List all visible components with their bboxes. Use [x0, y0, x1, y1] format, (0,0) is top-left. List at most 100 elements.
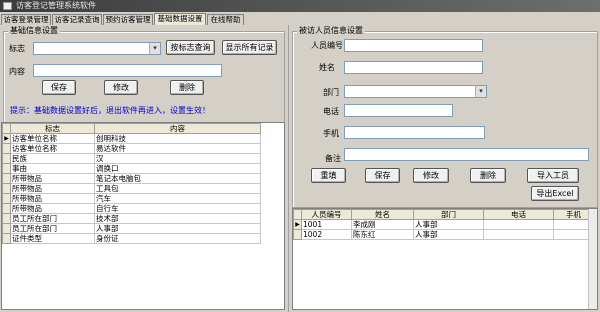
chevron-down-icon[interactable]: ▾ — [149, 43, 160, 54]
cell-content[interactable]: 人事部 — [94, 223, 261, 234]
cell-content[interactable]: 笔记本电脑包 — [94, 173, 261, 184]
query-by-sign-button[interactable]: 按标志查询 — [166, 40, 215, 55]
row-indicator — [2, 143, 11, 154]
cell-department[interactable]: 人事部 — [413, 219, 484, 230]
cell-content[interactable]: 汉 — [94, 153, 261, 164]
cell-content[interactable]: 创明科技 — [94, 133, 261, 144]
tab-basic-data[interactable]: 基础数据设置 — [154, 13, 206, 25]
export-excel-button[interactable]: 导出Excel — [531, 186, 579, 201]
import-staff-button[interactable]: 导入工员 — [527, 168, 579, 183]
column-header-name[interactable]: 姓名 — [351, 209, 414, 220]
table-row[interactable]: 所带物品 工具包 — [2, 183, 261, 194]
basic-delete-button[interactable]: 删除 — [170, 80, 204, 95]
row-indicator — [2, 193, 11, 204]
row-indicator — [293, 229, 302, 240]
content-label: 内容 — [9, 67, 25, 76]
cell-sign[interactable]: 员工所在部门 — [10, 223, 95, 234]
table-row[interactable]: 所带物品 汽车 — [2, 193, 261, 204]
basic-data-grid[interactable]: 标志 内容 ▶ 访客单位名称 创明科技 访客单位名称 易达软件 民族汉 事由 调换口 所… — [1, 122, 285, 310]
table-row[interactable]: 1002 陈东红 人事部 — [293, 229, 594, 240]
cell-sign[interactable]: 证件类型 — [10, 233, 95, 244]
person-id-input[interactable] — [344, 39, 483, 52]
table-row[interactable]: 所带物品 笔记本电脑包 — [2, 173, 261, 184]
row-indicator — [2, 203, 11, 214]
phone-input[interactable] — [344, 104, 453, 117]
tab-appointments[interactable]: 预约访客管理 — [103, 14, 153, 25]
table-row[interactable]: ▶ 访客单位名称 创明科技 — [2, 133, 261, 144]
table-row[interactable]: 民族汉 — [2, 153, 261, 164]
department-label: 部门 — [323, 88, 339, 97]
row-indicator — [2, 213, 11, 224]
row-pointer-icon: ▶ — [2, 133, 11, 144]
cell-phone[interactable] — [483, 219, 554, 230]
reset-button[interactable]: 重填 — [311, 168, 346, 183]
window-title: 访客登记管理系统软件 — [16, 1, 96, 10]
row-indicator-header — [293, 209, 302, 220]
table-row[interactable]: 事由 调换口 — [2, 163, 261, 174]
row-indicator — [2, 173, 11, 184]
row-indicator — [2, 153, 11, 164]
row-pointer-icon: ▶ — [293, 219, 302, 230]
visitee-table: 人员编号 姓名 部门 电话 手机 ▶ 1001 李成刚 人事部 1002 陈东红… — [293, 209, 594, 240]
visitee-grid-scrollbar[interactable] — [588, 209, 597, 309]
name-label: 姓名 — [319, 63, 335, 72]
cell-content[interactable]: 技术部 — [94, 213, 261, 224]
sign-select[interactable]: ▾ — [33, 42, 161, 55]
mobile-input[interactable] — [344, 126, 485, 139]
cell-content[interactable]: 汽车 — [94, 193, 261, 204]
table-row[interactable]: 访客单位名称 易达软件 — [2, 143, 261, 154]
cell-sign[interactable]: 事由 — [10, 163, 95, 174]
table-row[interactable]: 证件类型 身份证 — [2, 233, 261, 244]
show-all-records-button[interactable]: 显示所有记录 — [222, 40, 277, 55]
table-row[interactable]: 员工所在部门 人事部 — [2, 223, 261, 234]
cell-sign[interactable]: 民族 — [10, 153, 95, 164]
cell-sign[interactable]: 访客单位名称 — [10, 143, 95, 154]
name-input[interactable] — [344, 61, 483, 74]
cell-sign[interactable]: 所带物品 — [10, 193, 95, 204]
column-header-sign[interactable]: 标志 — [10, 123, 95, 134]
tab-online-help[interactable]: 在线帮助 — [207, 14, 244, 25]
cell-content[interactable]: 易达软件 — [94, 143, 261, 154]
column-header-person-id[interactable]: 人员编号 — [301, 209, 352, 220]
cell-content[interactable]: 工具包 — [94, 183, 261, 194]
row-indicator-header — [2, 123, 11, 134]
visitee-delete-button[interactable]: 删除 — [470, 168, 506, 183]
table-header-row: 标志 内容 — [2, 123, 261, 134]
column-header-department[interactable]: 部门 — [413, 209, 484, 220]
cell-phone[interactable] — [483, 229, 554, 240]
chevron-down-icon[interactable]: ▾ — [475, 86, 486, 97]
tab-visitor-login[interactable]: 访客登录管理 — [1, 14, 51, 25]
department-select[interactable]: ▾ — [344, 85, 487, 98]
table-row[interactable]: 所带物品 自行车 — [2, 203, 261, 214]
cell-sign[interactable]: 员工所在部门 — [10, 213, 95, 224]
cell-department[interactable]: 人事部 — [413, 229, 484, 240]
tab-bar: 访客登录管理 访客记录查询 预约访客管理 基础数据设置 在线帮助 — [0, 12, 600, 25]
tab-visitor-records[interactable]: 访客记录查询 — [52, 14, 102, 25]
cell-content[interactable]: 自行车 — [94, 203, 261, 214]
table-header-row: 人员编号 姓名 部门 电话 手机 — [293, 209, 594, 220]
cell-content[interactable]: 身份证 — [94, 233, 261, 244]
cell-sign[interactable]: 所带物品 — [10, 183, 95, 194]
note-label: 备注 — [325, 154, 341, 163]
cell-content[interactable]: 调换口 — [94, 163, 261, 174]
column-header-phone[interactable]: 电话 — [483, 209, 554, 220]
basic-save-button[interactable]: 保存 — [42, 80, 76, 95]
table-row[interactable]: 员工所在部门 技术部 — [2, 213, 261, 224]
cell-sign[interactable]: 所带物品 — [10, 173, 95, 184]
column-header-content[interactable]: 内容 — [94, 123, 261, 134]
cell-person-id[interactable]: 1001 — [301, 219, 352, 230]
cell-sign[interactable]: 所带物品 — [10, 203, 95, 214]
sign-label: 标志 — [9, 44, 25, 53]
basic-modify-button[interactable]: 修改 — [104, 80, 138, 95]
content-input[interactable] — [33, 64, 222, 77]
table-row[interactable]: ▶ 1001 李成刚 人事部 — [293, 219, 594, 230]
cell-name[interactable]: 陈东红 — [351, 229, 414, 240]
note-input[interactable] — [344, 148, 589, 161]
visitee-save-button[interactable]: 保存 — [365, 168, 400, 183]
visitee-grid[interactable]: 人员编号 姓名 部门 电话 手机 ▶ 1001 李成刚 人事部 1002 陈东红… — [292, 208, 598, 310]
cell-person-id[interactable]: 1002 — [301, 229, 352, 240]
visitee-modify-button[interactable]: 修改 — [413, 168, 449, 183]
person-id-label: 人员编号 — [311, 41, 343, 50]
cell-name[interactable]: 李成刚 — [351, 219, 414, 230]
cell-sign[interactable]: 访客单位名称 — [10, 133, 95, 144]
